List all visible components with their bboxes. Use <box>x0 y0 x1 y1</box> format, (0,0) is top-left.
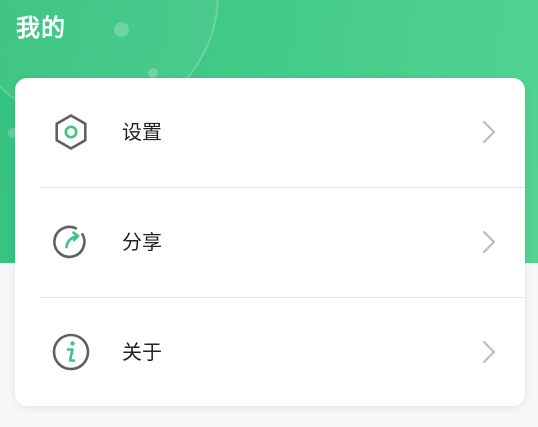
info-icon <box>51 332 91 372</box>
chevron-right-icon <box>481 119 497 145</box>
gear-icon <box>51 112 91 152</box>
page-title: 我的 <box>16 14 66 42</box>
chevron-right-icon <box>481 229 497 255</box>
menu-item-label: 分享 <box>122 230 162 254</box>
menu-card: 设置 分享 关于 <box>15 78 525 406</box>
menu-item-label: 关于 <box>122 340 162 364</box>
share-icon <box>51 222 91 262</box>
decorative-dot <box>114 22 129 37</box>
menu-item-label: 设置 <box>122 120 162 144</box>
menu-item-settings[interactable]: 设置 <box>15 78 525 187</box>
chevron-right-icon <box>481 339 497 365</box>
menu-item-share[interactable]: 分享 <box>15 188 525 297</box>
menu-item-about[interactable]: 关于 <box>15 298 525 407</box>
decorative-dot <box>148 68 158 78</box>
